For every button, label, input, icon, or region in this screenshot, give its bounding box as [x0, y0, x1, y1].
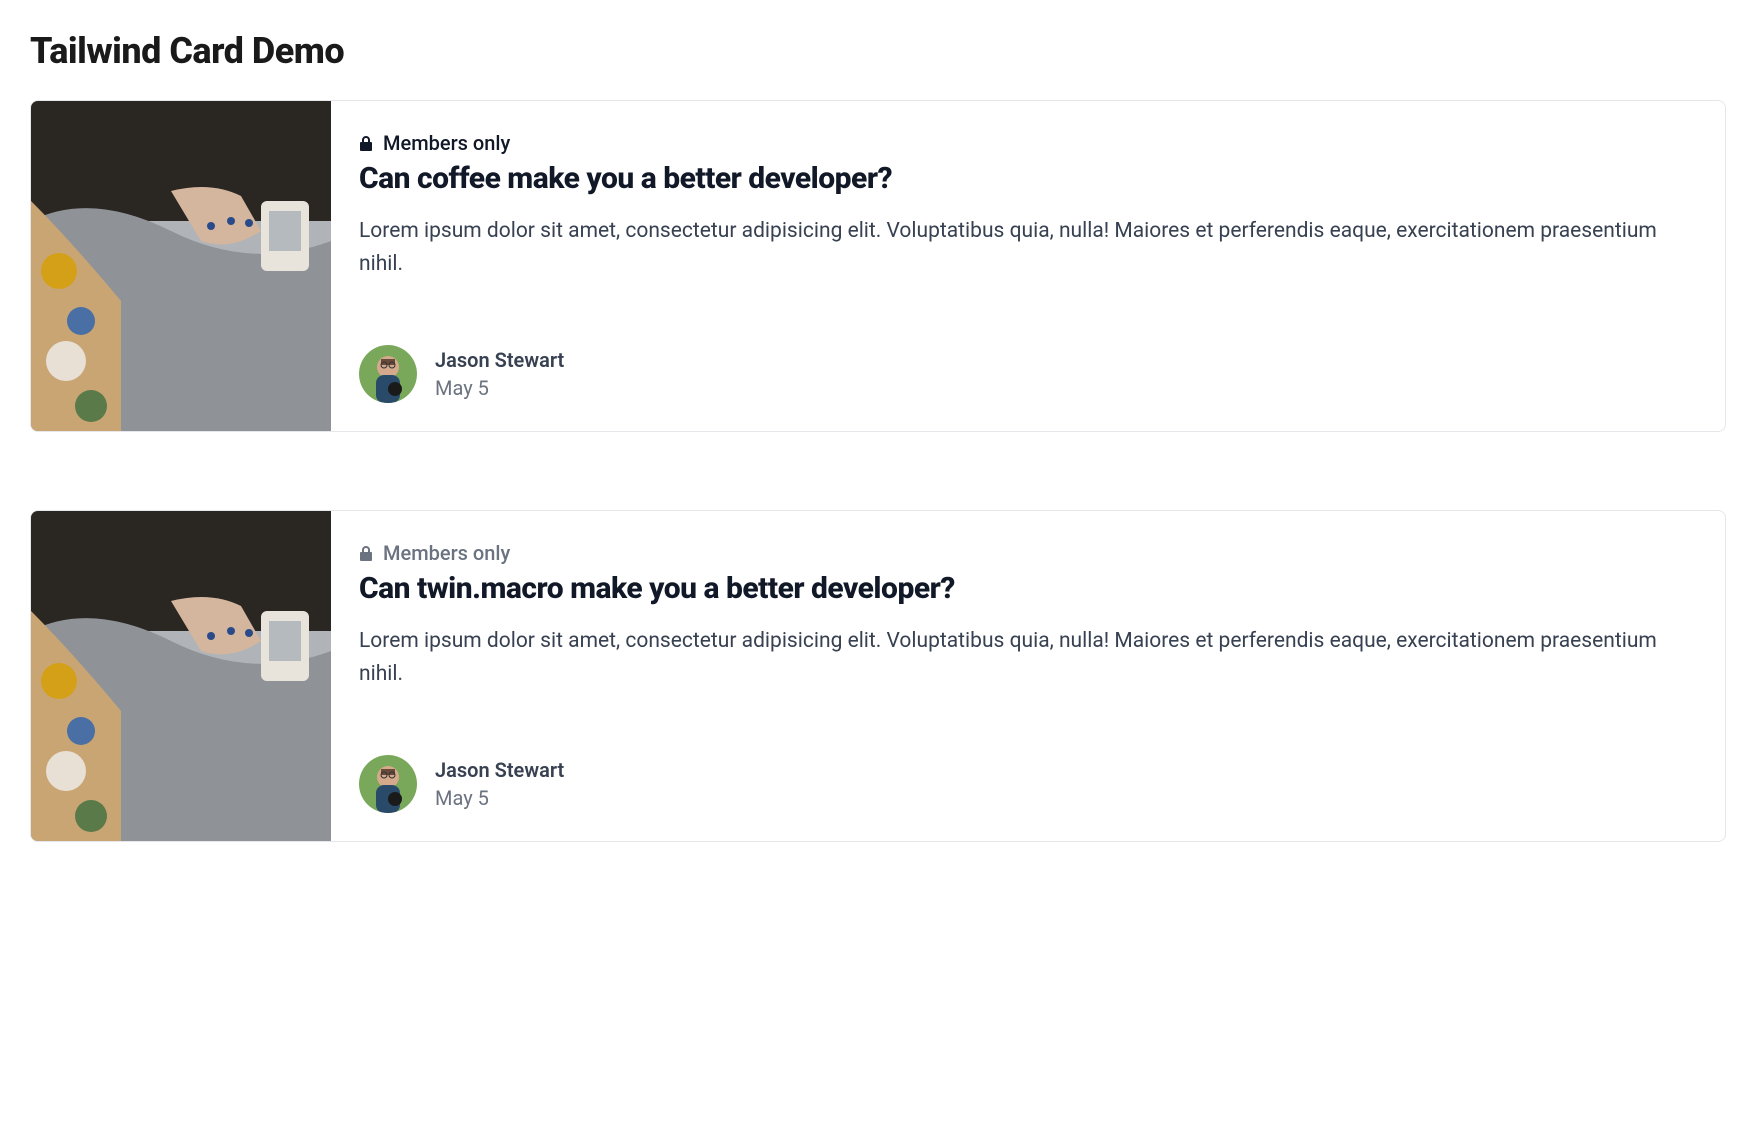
author-avatar[interactable] [359, 345, 417, 403]
badge-label: Members only [383, 541, 510, 565]
author-row: Jason Stewart May 5 [359, 755, 1697, 813]
card-body: Members only Can coffee make you a bette… [331, 101, 1725, 431]
lock-icon [359, 135, 373, 151]
author-name[interactable]: Jason Stewart [435, 346, 564, 374]
page-title: Tailwind Card Demo [30, 30, 1726, 72]
card-title[interactable]: Can coffee make you a better developer? [359, 161, 1697, 197]
badge-label: Members only [383, 131, 510, 155]
publish-date: May 5 [435, 784, 564, 812]
card-excerpt: Lorem ipsum dolor sit amet, consectetur … [359, 625, 1697, 690]
members-badge: Members only [359, 541, 1697, 565]
publish-date: May 5 [435, 374, 564, 402]
author-avatar[interactable] [359, 755, 417, 813]
card-body: Members only Can twin.macro make you a b… [331, 511, 1725, 841]
card-excerpt: Lorem ipsum dolor sit amet, consectetur … [359, 215, 1697, 280]
article-card[interactable]: Members only Can twin.macro make you a b… [30, 510, 1726, 842]
members-badge: Members only [359, 131, 1697, 155]
lock-icon [359, 545, 373, 561]
card-cover-image [31, 511, 331, 841]
card-title[interactable]: Can twin.macro make you a better develop… [359, 571, 1697, 607]
card-cover-image [31, 101, 331, 431]
article-card[interactable]: Members only Can coffee make you a bette… [30, 100, 1726, 432]
author-name[interactable]: Jason Stewart [435, 756, 564, 784]
author-row: Jason Stewart May 5 [359, 345, 1697, 403]
